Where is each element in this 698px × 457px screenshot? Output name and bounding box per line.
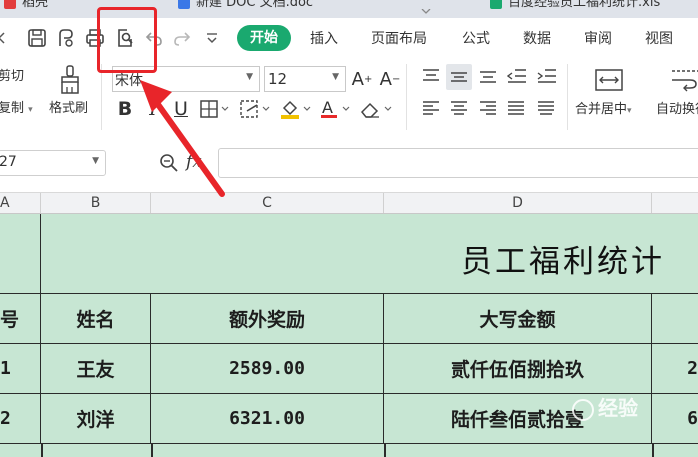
tab-review[interactable]: 审阅 bbox=[584, 28, 612, 50]
chevron-down-icon: ▾ bbox=[28, 105, 33, 115]
doc-tab-xls[interactable]: 百度经验员工福利统计.xls bbox=[490, 0, 660, 14]
copy-label: 复制 bbox=[0, 101, 25, 116]
merge-center-icon[interactable] bbox=[592, 66, 626, 94]
table-row-name[interactable]: 刘洋 bbox=[41, 394, 151, 444]
increase-indent-icon[interactable] bbox=[535, 64, 559, 88]
column-header-a[interactable]: A bbox=[0, 193, 41, 213]
align-middle-icon[interactable] bbox=[446, 64, 472, 90]
cell-style-icon[interactable] bbox=[238, 96, 274, 122]
chevron-down-icon[interactable]: ▼ bbox=[92, 156, 99, 166]
table-row-upper-amount[interactable]: 贰仟伍佰捌拾玖 bbox=[384, 344, 652, 394]
chevron-left-icon[interactable] bbox=[0, 26, 8, 50]
clear-format-icon[interactable] bbox=[356, 96, 398, 122]
save-icon[interactable] bbox=[25, 26, 49, 50]
chevron-down-icon[interactable]: ▼ bbox=[246, 72, 253, 82]
merge-center-label: 合并居中 bbox=[575, 102, 628, 117]
doc-tab-daoke[interactable]: 稻壳 bbox=[4, 0, 48, 14]
ribbon-divider bbox=[406, 64, 407, 130]
header-cell-upper-amount[interactable]: 大写金额 bbox=[384, 294, 652, 344]
title-cell[interactable]: 员工福利统计 bbox=[41, 214, 698, 294]
table-row-id[interactable]: 2 bbox=[0, 394, 41, 444]
table-row-id[interactable]: 1 bbox=[0, 344, 41, 394]
watermark-text: 经验 bbox=[598, 396, 638, 420]
chevron-down-icon[interactable]: ▼ bbox=[332, 72, 339, 82]
annotation-highlight-box bbox=[97, 7, 157, 73]
table-row-bonus[interactable]: 6321.00 bbox=[151, 394, 384, 444]
table-row-extra[interactable]: 6 bbox=[652, 394, 698, 444]
column-header-e[interactable] bbox=[652, 193, 698, 213]
output-pdf-icon[interactable] bbox=[54, 26, 78, 50]
tab-home[interactable]: 开始 bbox=[237, 25, 291, 51]
annotation-arrow-icon bbox=[140, 80, 225, 197]
cell-reference: 27 bbox=[0, 154, 17, 170]
align-center-icon[interactable] bbox=[448, 96, 470, 120]
name-box[interactable]: 27 ▼ bbox=[0, 150, 106, 176]
doc-tab-doc[interactable]: 新建 DOC 文档.doc bbox=[178, 0, 313, 14]
formula-bar: 27 ▼ fx bbox=[0, 134, 698, 192]
tab-formulas[interactable]: 公式 bbox=[462, 28, 490, 50]
chevron-down-icon: ▾ bbox=[627, 106, 632, 116]
merge-center-button[interactable]: 合并居中▾ bbox=[575, 102, 632, 119]
grid-cell[interactable] bbox=[652, 294, 698, 344]
ribbon-divider bbox=[567, 64, 568, 130]
wrap-text-icon[interactable] bbox=[668, 66, 698, 94]
align-left-icon[interactable] bbox=[420, 96, 442, 120]
tab-insert[interactable]: 插入 bbox=[310, 28, 338, 50]
watermark-logo-icon bbox=[572, 398, 594, 421]
svg-text:A: A bbox=[322, 98, 333, 117]
tab-data[interactable]: 数据 bbox=[523, 28, 551, 50]
doc-tab-label: 稻壳 bbox=[22, 0, 49, 10]
doc-tab-label: 新建 DOC 文档.doc bbox=[196, 0, 314, 10]
copy-button[interactable]: 复制 ▾ bbox=[0, 101, 33, 118]
column-header-bar: A B C D bbox=[0, 192, 698, 214]
font-color-icon[interactable]: A bbox=[318, 96, 354, 122]
tab-view[interactable]: 视图 bbox=[645, 28, 673, 50]
fill-color-icon[interactable] bbox=[278, 96, 316, 122]
distributed-align-icon[interactable] bbox=[535, 96, 557, 120]
font-size-value: 12 bbox=[268, 70, 288, 88]
align-bottom-icon[interactable] bbox=[477, 64, 499, 88]
sheet-title: 员工福利统计 bbox=[461, 244, 665, 280]
tab-page-layout[interactable]: 页面布局 bbox=[371, 28, 427, 50]
column-header-d[interactable]: D bbox=[384, 193, 652, 213]
font-size-select[interactable]: 12 ▼ bbox=[264, 66, 346, 92]
customize-dropdown-icon[interactable] bbox=[200, 26, 224, 50]
header-cell-name[interactable]: 姓名 bbox=[41, 294, 151, 344]
justify-icon[interactable] bbox=[505, 96, 527, 120]
table-row-bonus[interactable]: 2589.00 bbox=[151, 344, 384, 394]
table-row-extra[interactable]: 2 bbox=[652, 344, 698, 394]
doc-file-icon bbox=[178, 0, 190, 9]
decrease-indent-icon[interactable] bbox=[505, 64, 529, 88]
align-top-icon[interactable] bbox=[420, 64, 442, 88]
sheet-file-icon bbox=[490, 0, 502, 9]
align-right-icon[interactable] bbox=[477, 96, 499, 120]
header-cell-bonus[interactable]: 额外奖励 bbox=[151, 294, 384, 344]
increase-font-icon[interactable]: A + bbox=[350, 66, 374, 92]
header-cell-id[interactable]: 号 bbox=[0, 294, 41, 344]
decrease-font-icon[interactable]: A − bbox=[378, 66, 402, 92]
table-row-name[interactable]: 王友 bbox=[41, 344, 151, 394]
ribbon-divider bbox=[101, 64, 102, 130]
formula-input[interactable] bbox=[218, 148, 698, 178]
daoke-icon bbox=[4, 0, 16, 9]
grid-row-partial bbox=[0, 444, 698, 457]
format-painter-button[interactable]: 格式刷 bbox=[49, 101, 88, 117]
wrap-text-button[interactable]: 自动换行 bbox=[656, 102, 698, 118]
grid-cell[interactable] bbox=[0, 214, 41, 294]
tab-close-icon[interactable] bbox=[420, 0, 432, 14]
cut-button[interactable]: 剪切 bbox=[0, 69, 24, 85]
doc-tab-label: 百度经验员工福利统计.xls bbox=[508, 0, 661, 10]
watermark: 经验 bbox=[572, 392, 638, 421]
format-painter-icon[interactable] bbox=[56, 64, 84, 96]
redo-icon[interactable] bbox=[170, 26, 194, 50]
